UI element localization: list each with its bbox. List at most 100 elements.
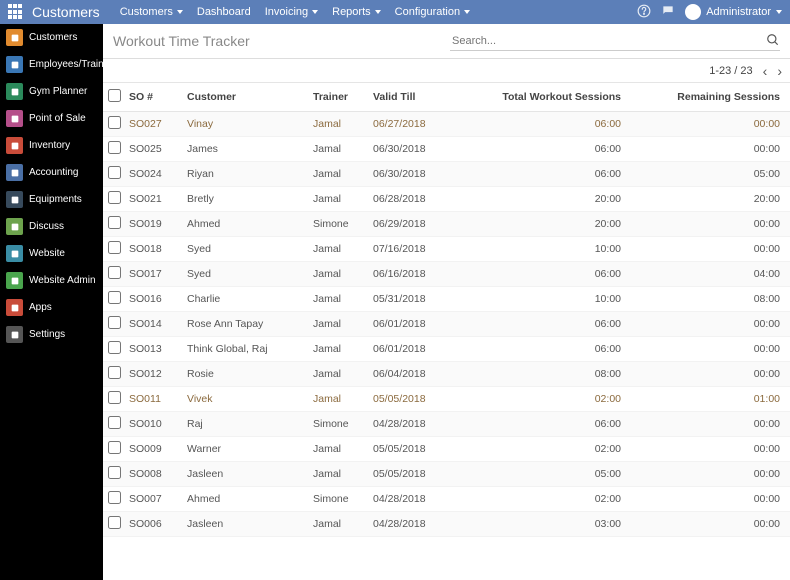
table-row[interactable]: SO009WarnerJamal05/05/201802:0000:00 xyxy=(103,437,790,462)
table-row[interactable]: SO011VivekJamal05/05/201802:0001:00 xyxy=(103,387,790,412)
pager-next[interactable]: › xyxy=(777,63,782,79)
topnav-invoicing[interactable]: Invoicing xyxy=(265,6,318,18)
row-checkbox[interactable] xyxy=(108,216,121,229)
col-customer[interactable]: Customer xyxy=(183,83,309,112)
cell-trainer: Jamal xyxy=(309,112,369,137)
row-checkbox[interactable] xyxy=(108,166,121,179)
topnav-reports[interactable]: Reports xyxy=(332,6,381,18)
row-checkbox[interactable] xyxy=(108,516,121,529)
cell-so: SO014 xyxy=(125,312,183,337)
row-checkbox[interactable] xyxy=(108,466,121,479)
sidebar-item-label: Website Admin xyxy=(29,275,96,286)
cell-valid: 06/30/2018 xyxy=(369,162,465,187)
cell-so: SO007 xyxy=(125,487,183,512)
chat-icon[interactable] xyxy=(661,4,675,21)
table-row[interactable]: SO008JasleenJamal05/05/201805:0000:00 xyxy=(103,462,790,487)
sidebar-item-website-admin[interactable]: Website Admin xyxy=(0,267,103,294)
table-row[interactable]: SO024RiyanJamal06/30/201806:0005:00 xyxy=(103,162,790,187)
col-valid[interactable]: Valid Till xyxy=(369,83,465,112)
table-row[interactable]: SO014Rose Ann TapayJamal06/01/201806:000… xyxy=(103,312,790,337)
data-table: SO # Customer Trainer Valid Till Total W… xyxy=(103,83,790,537)
row-checkbox[interactable] xyxy=(108,491,121,504)
table-row[interactable]: SO013Think Global, RajJamal06/01/201806:… xyxy=(103,337,790,362)
sidebar-item-settings[interactable]: Settings xyxy=(0,321,103,348)
cell-trainer: Jamal xyxy=(309,287,369,312)
row-checkbox[interactable] xyxy=(108,141,121,154)
app-icon xyxy=(6,83,23,100)
sidebar-item-label: Equipments xyxy=(29,194,82,205)
topnav-customers[interactable]: Customers xyxy=(120,6,183,18)
cell-valid: 05/31/2018 xyxy=(369,287,465,312)
row-checkbox[interactable] xyxy=(108,116,121,129)
col-so[interactable]: SO # xyxy=(125,83,183,112)
table-row[interactable]: SO006JasleenJamal04/28/201803:0000:00 xyxy=(103,512,790,537)
brand: Customers xyxy=(32,4,100,20)
col-total[interactable]: Total Workout Sessions xyxy=(465,83,625,112)
table-row[interactable]: SO007AhmedSimone04/28/201802:0000:00 xyxy=(103,487,790,512)
app-icon xyxy=(6,29,23,46)
row-checkbox[interactable] xyxy=(108,416,121,429)
cell-remaining: 04:00 xyxy=(625,262,790,287)
cell-so: SO012 xyxy=(125,362,183,387)
sidebar-item-gym-planner[interactable]: Gym Planner xyxy=(0,78,103,105)
sidebar-item-label: Customers xyxy=(29,32,77,43)
sidebar-item-point-of-sale[interactable]: Point of Sale xyxy=(0,105,103,132)
search-input[interactable] xyxy=(450,32,780,51)
sidebar-item-equipments[interactable]: Equipments xyxy=(0,186,103,213)
user-menu[interactable]: Administrator xyxy=(685,4,782,20)
cell-remaining: 00:00 xyxy=(625,337,790,362)
cell-trainer: Simone xyxy=(309,212,369,237)
cell-customer: Warner xyxy=(183,437,309,462)
cell-trainer: Jamal xyxy=(309,162,369,187)
cell-remaining: 00:00 xyxy=(625,112,790,137)
col-remaining[interactable]: Remaining Sessions xyxy=(625,83,790,112)
table-row[interactable]: SO010RajSimone04/28/201806:0000:00 xyxy=(103,412,790,437)
table-row[interactable]: SO012RosieJamal06/04/201808:0000:00 xyxy=(103,362,790,387)
topnav-configuration[interactable]: Configuration xyxy=(395,6,470,18)
main: Workout Time Tracker 1-23 / 23 ‹ › SO # … xyxy=(103,24,790,580)
pager-prev[interactable]: ‹ xyxy=(763,63,768,79)
select-all-checkbox[interactable] xyxy=(108,89,121,102)
col-trainer[interactable]: Trainer xyxy=(309,83,369,112)
cell-remaining: 08:00 xyxy=(625,287,790,312)
row-checkbox[interactable] xyxy=(108,241,121,254)
table-row[interactable]: SO027VinayJamal06/27/201806:0000:00 xyxy=(103,112,790,137)
row-checkbox[interactable] xyxy=(108,291,121,304)
sidebar-item-apps[interactable]: Apps xyxy=(0,294,103,321)
cell-so: SO017 xyxy=(125,262,183,287)
app-icon xyxy=(6,164,23,181)
table-row[interactable]: SO018SyedJamal07/16/201810:0000:00 xyxy=(103,237,790,262)
table-row[interactable]: SO016CharlieJamal05/31/201810:0008:00 xyxy=(103,287,790,312)
topnav-dashboard[interactable]: Dashboard xyxy=(197,6,251,18)
cell-remaining: 00:00 xyxy=(625,462,790,487)
row-checkbox[interactable] xyxy=(108,441,121,454)
row-checkbox[interactable] xyxy=(108,191,121,204)
row-checkbox[interactable] xyxy=(108,341,121,354)
table-row[interactable]: SO017SyedJamal06/16/201806:0004:00 xyxy=(103,262,790,287)
sidebar-item-customers[interactable]: Customers xyxy=(0,24,103,51)
table-row[interactable]: SO025JamesJamal06/30/201806:0000:00 xyxy=(103,137,790,162)
cell-total: 08:00 xyxy=(465,362,625,387)
help-icon[interactable] xyxy=(637,4,651,21)
sidebar-item-accounting[interactable]: Accounting xyxy=(0,159,103,186)
sidebar-item-employees-trainer[interactable]: Employees/Trainer xyxy=(0,51,103,78)
table-row[interactable]: SO021BretlyJamal06/28/201820:0020:00 xyxy=(103,187,790,212)
row-checkbox[interactable] xyxy=(108,316,121,329)
row-checkbox[interactable] xyxy=(108,266,121,279)
table-body: SO027VinayJamal06/27/201806:0000:00SO025… xyxy=(103,112,790,537)
chevron-down-icon xyxy=(375,10,381,14)
cell-valid: 07/16/2018 xyxy=(369,237,465,262)
cell-customer: Bretly xyxy=(183,187,309,212)
cell-total: 03:00 xyxy=(465,512,625,537)
apps-icon[interactable] xyxy=(8,4,24,20)
sidebar-item-website[interactable]: Website xyxy=(0,240,103,267)
row-checkbox[interactable] xyxy=(108,391,121,404)
search-icon[interactable] xyxy=(766,33,780,50)
cell-so: SO006 xyxy=(125,512,183,537)
row-checkbox[interactable] xyxy=(108,366,121,379)
table-row[interactable]: SO019AhmedSimone06/29/201820:0000:00 xyxy=(103,212,790,237)
sidebar-item-discuss[interactable]: Discuss xyxy=(0,213,103,240)
cell-valid: 06/30/2018 xyxy=(369,137,465,162)
sidebar-item-inventory[interactable]: Inventory xyxy=(0,132,103,159)
cell-valid: 04/28/2018 xyxy=(369,487,465,512)
